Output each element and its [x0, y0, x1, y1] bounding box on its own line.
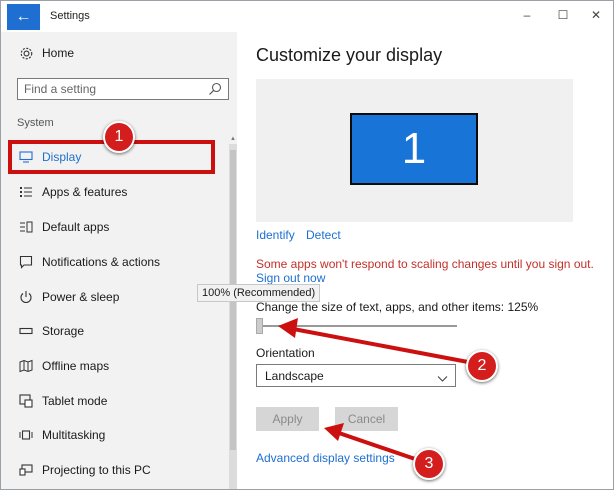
settings-window: ← Settings – ☐ ✕ Home System Display	[0, 0, 614, 490]
section-label-system: System	[17, 117, 54, 129]
sidebar-item-label: Tablet mode	[42, 394, 108, 408]
sidebar-item-multitasking[interactable]: Multitasking	[1, 419, 237, 451]
monitor-1[interactable]: 1	[350, 113, 478, 185]
minimize-button[interactable]: –	[517, 8, 537, 22]
sidebar-item-default-apps[interactable]: Default apps	[1, 211, 237, 243]
sidebar-item-label: Offline maps	[42, 359, 110, 373]
annotation-badge-3: 3	[413, 448, 445, 480]
sidebar-item-label: Projecting to this PC	[42, 463, 151, 477]
orientation-value: Landscape	[265, 369, 324, 383]
sidebar: Home System Display Apps & features	[1, 32, 237, 489]
page-title: Customize your display	[256, 45, 443, 65]
sidebar-item-label: Default apps	[42, 220, 110, 234]
sidebar-item-notifications[interactable]: Notifications & actions	[1, 246, 237, 278]
sidebar-item-tablet-mode[interactable]: Tablet mode	[1, 385, 237, 417]
sidebar-item-offline-maps[interactable]: Offline maps	[1, 350, 237, 382]
sign-out-link[interactable]: Sign out now	[256, 271, 325, 285]
notification-icon	[18, 254, 34, 270]
multitasking-icon	[18, 427, 34, 443]
annotation-badge-1: 1	[103, 121, 135, 153]
chevron-down-icon	[437, 371, 448, 382]
projector-icon	[18, 462, 34, 478]
map-icon	[18, 358, 34, 374]
display-preview: 1	[256, 79, 573, 222]
power-icon	[18, 289, 34, 305]
sidebar-item-label: Power & sleep	[42, 290, 120, 304]
sidebar-item-label: Notifications & actions	[42, 255, 161, 269]
back-button[interactable]: ←	[7, 4, 40, 30]
orientation-label: Orientation	[256, 346, 315, 360]
tablet-icon	[18, 393, 34, 409]
list-icon	[18, 184, 34, 200]
title-bar: ← Settings – ☐ ✕	[1, 1, 613, 32]
cancel-button[interactable]: Cancel	[335, 407, 398, 431]
sidebar-item-label: Storage	[42, 324, 85, 338]
detect-link[interactable]: Detect	[306, 228, 341, 242]
advanced-display-settings-link[interactable]: Advanced display settings	[256, 451, 395, 465]
scroll-up-arrow-icon[interactable]: ▲	[229, 136, 237, 142]
sidebar-item-projecting[interactable]: Projecting to this PC	[1, 454, 237, 486]
orientation-select[interactable]: Landscape	[256, 364, 456, 387]
scale-label: Change the size of text, apps, and other…	[256, 300, 539, 314]
sidebar-item-home[interactable]: Home	[1, 37, 237, 69]
sidebar-item-label: Apps & features	[42, 185, 128, 199]
monitor-number: 1	[401, 124, 427, 173]
annotation-badge-2: 2	[466, 350, 498, 382]
identify-link[interactable]: Identify	[256, 228, 295, 242]
window-title: Settings	[50, 10, 90, 22]
sidebar-item-apps-features[interactable]: Apps & features	[1, 176, 237, 208]
storage-icon	[18, 323, 34, 339]
main-content: Customize your display 1 Identify Detect…	[237, 32, 613, 489]
maximize-button[interactable]: ☐	[553, 8, 573, 22]
sidebar-item-label: Multitasking	[42, 428, 106, 442]
back-arrow-icon: ←	[15, 8, 32, 25]
default-apps-icon	[18, 219, 34, 235]
sidebar-item-storage[interactable]: Storage	[1, 315, 237, 347]
scale-slider-thumb[interactable]	[256, 318, 263, 334]
scaling-warning: Some apps won't respond to scaling chang…	[256, 257, 594, 271]
search-box[interactable]	[17, 78, 229, 100]
search-icon[interactable]	[208, 82, 222, 96]
search-input[interactable]	[24, 81, 204, 97]
close-button[interactable]: ✕	[586, 8, 606, 22]
slider-tooltip: 100% (Recommended)	[197, 284, 321, 302]
gear-icon	[18, 45, 34, 61]
scale-slider-track[interactable]	[258, 325, 457, 327]
sidebar-item-label: Home	[42, 46, 75, 60]
apply-button[interactable]: Apply	[256, 407, 319, 431]
